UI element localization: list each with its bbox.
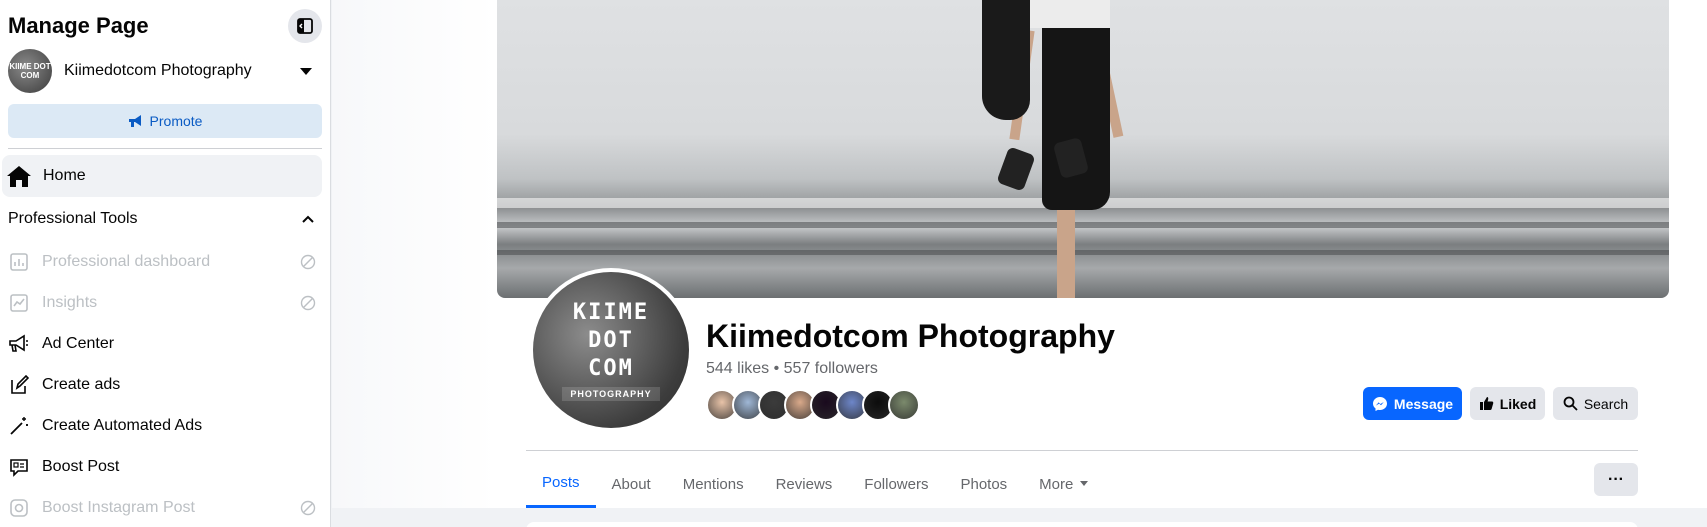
tab-reviews[interactable]: Reviews xyxy=(760,460,849,508)
tab-label: Reviews xyxy=(775,475,833,493)
cover-figure-leg xyxy=(1057,205,1075,298)
megaphone-icon xyxy=(128,115,141,127)
tab-label: More xyxy=(1039,475,1074,493)
profile-logo-line: COM xyxy=(588,356,634,381)
tab-about[interactable]: About xyxy=(596,460,667,508)
sidebar-item-label: Boost Instagram Post xyxy=(42,498,195,516)
sidebar-item-create-ads[interactable]: Create ads xyxy=(0,364,330,405)
tab-label: Photos xyxy=(960,475,1008,493)
home-icon xyxy=(7,166,31,187)
tab-label: About xyxy=(611,475,651,493)
page-switcher-name: Kiimedotcom Photography xyxy=(64,62,252,79)
cover-figure-shirt xyxy=(1030,0,1110,28)
tab-label: Followers xyxy=(864,475,929,493)
sidebar-divider xyxy=(8,148,322,149)
profile-logo-line: KIIME xyxy=(572,300,650,325)
tab-mentions[interactable]: Mentions xyxy=(667,460,760,508)
insights-icon xyxy=(8,292,30,314)
cover-figure-shoe xyxy=(996,146,1036,192)
thumbs-up-icon xyxy=(1479,397,1493,410)
feed-card xyxy=(526,522,1638,527)
sidebar-toggle-icon xyxy=(297,18,313,34)
sidebar-item-label: Boost Post xyxy=(42,457,120,475)
page-title: Kiimedotcom Photography xyxy=(706,318,1115,354)
liked-label: Liked xyxy=(1499,395,1537,412)
sidebar-item-label: Home xyxy=(43,167,86,184)
cover-figure-hair xyxy=(982,0,1030,120)
tab-followers[interactable]: Followers xyxy=(848,460,944,508)
search-button[interactable]: Search xyxy=(1553,387,1638,420)
search-label: Search xyxy=(1583,395,1629,412)
sidebar-item-label: Create ads xyxy=(42,375,121,393)
sidebar-title: Manage Page xyxy=(8,13,149,38)
cover-wave xyxy=(497,222,1669,228)
sidebar-item-label: Professional dashboard xyxy=(42,252,211,270)
profile-logo-line: DOT xyxy=(588,328,634,353)
professional-tools-section-header[interactable]: Professional Tools xyxy=(0,197,330,241)
pencil-icon xyxy=(8,374,30,396)
sidebar-item-home[interactable]: Home xyxy=(2,155,322,197)
unavailable-icon xyxy=(300,500,316,516)
manage-page-sidebar: Manage Page KIIME DOT COM Kiimedotcom Ph… xyxy=(0,0,331,527)
messenger-icon xyxy=(1372,396,1387,411)
profile-picture[interactable]: KIIME DOT COM PHOTOGRAPHY xyxy=(529,268,693,432)
sidebar-item-insights[interactable]: Insights xyxy=(0,282,330,323)
unavailable-icon xyxy=(300,295,316,311)
collapse-sidebar-button[interactable] xyxy=(288,9,322,43)
search-icon xyxy=(1563,396,1578,411)
tab-label: Posts xyxy=(542,474,580,491)
magic-wand-icon xyxy=(8,415,30,437)
instagram-icon xyxy=(8,497,30,519)
message-button[interactable]: Message xyxy=(1363,387,1462,420)
cover-figure-dress xyxy=(1042,0,1110,210)
page-switcher[interactable]: KIIME DOT COM Kiimedotcom Photography xyxy=(0,44,330,98)
tabs-divider xyxy=(526,450,1638,451)
ellipsis-icon: ··· xyxy=(1608,470,1624,488)
page-main-area: KIIME DOT COM PHOTOGRAPHY Kiimedotcom Ph… xyxy=(332,0,1707,527)
sidebar-item-professional-dashboard[interactable]: Professional dashboard xyxy=(0,241,330,282)
tab-photos[interactable]: Photos xyxy=(944,460,1023,508)
sidebar-item-boost-post[interactable]: Boost Post xyxy=(0,446,330,487)
page-stats[interactable]: 544 likes • 557 followers xyxy=(706,360,878,378)
tab-label: Mentions xyxy=(682,475,744,493)
sidebar-header: Manage Page xyxy=(0,0,330,44)
unavailable-icon xyxy=(300,254,316,270)
profile-picture-image: KIIME DOT COM PHOTOGRAPHY xyxy=(533,272,689,428)
sidebar-item-label: Insights xyxy=(42,293,98,311)
message-label: Message xyxy=(1393,395,1454,412)
tab-more[interactable]: More xyxy=(1023,460,1105,508)
sidebar-item-create-automated-ads[interactable]: Create Automated Ads xyxy=(0,405,330,446)
avatar-text: KIIME DOT COM xyxy=(9,62,51,80)
profile-logo-subtitle: PHOTOGRAPHY xyxy=(562,387,660,401)
caret-down-icon xyxy=(300,67,312,75)
megaphone-icon xyxy=(8,333,30,355)
tab-posts[interactable]: Posts xyxy=(526,460,596,508)
section-label: Professional Tools xyxy=(8,210,138,227)
cover-photo[interactable] xyxy=(497,0,1669,298)
chevron-up-icon xyxy=(302,215,314,223)
cover-wave xyxy=(497,250,1669,255)
liked-by-friends[interactable] xyxy=(706,389,920,421)
sidebar-item-label: Ad Center xyxy=(42,334,115,352)
page-avatar: KIIME DOT COM xyxy=(8,49,52,93)
promote-label: Promote xyxy=(149,113,203,129)
dashboard-icon xyxy=(8,251,30,273)
boost-post-icon xyxy=(8,456,30,478)
friend-avatar[interactable] xyxy=(888,389,920,421)
promote-button[interactable]: Promote xyxy=(8,104,322,138)
sidebar-item-label: Create Automated Ads xyxy=(42,416,203,434)
liked-button[interactable]: Liked xyxy=(1470,387,1545,420)
sidebar-item-ad-center[interactable]: Ad Center xyxy=(0,323,330,364)
caret-down-icon xyxy=(1080,481,1089,486)
more-options-button[interactable]: ··· xyxy=(1594,463,1638,496)
page-tabs: Posts About Mentions Reviews Followers P… xyxy=(526,460,1105,508)
sidebar-item-boost-instagram-post[interactable]: Boost Instagram Post xyxy=(0,487,330,527)
